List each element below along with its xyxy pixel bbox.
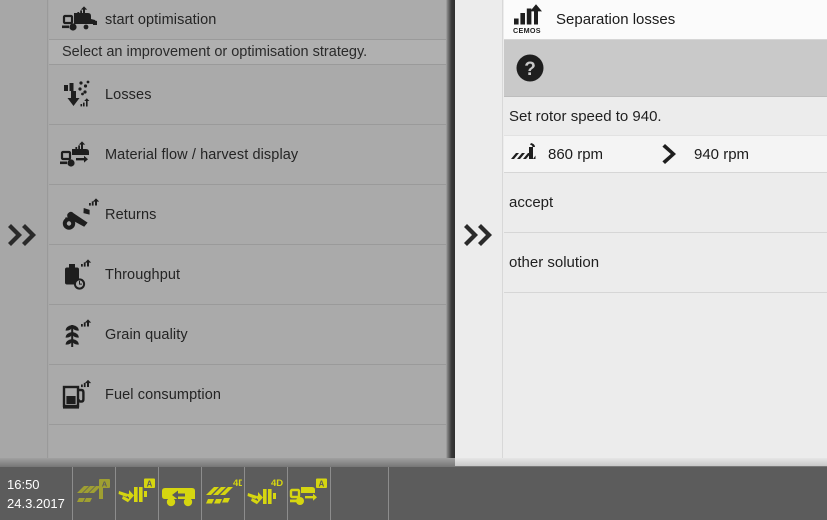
status-bar-spacer-left (331, 467, 389, 520)
svg-text:4D: 4D (233, 478, 242, 489)
status-tile-unloading-auto[interactable] (159, 467, 202, 520)
right-panel: CEMOS Separation losses ? Set rotor spee… (455, 0, 827, 469)
list-item-label: Fuel consumption (105, 386, 222, 403)
list-item-label: Losses (105, 86, 152, 103)
losses-icon (49, 65, 105, 124)
terminal-screen: start optimisation Select an improvement… (0, 0, 827, 520)
proposed-value: 940 rpm (694, 145, 750, 163)
dialog-header: CEMOS Separation losses (504, 0, 827, 40)
svg-text:CEMOS: CEMOS (513, 26, 541, 35)
other-solution-button[interactable]: other solution (504, 233, 827, 293)
rotor-icon (504, 141, 548, 167)
svg-text:4D: 4D (271, 478, 283, 489)
throughput-icon (49, 245, 105, 304)
help-row[interactable]: ? (504, 40, 827, 97)
left-panel-expand-button[interactable] (6, 216, 46, 256)
list-item-material-flow[interactable]: Material flow / harvest display (49, 125, 446, 185)
status-tile-chopper-4d[interactable]: 4D (245, 467, 288, 520)
list-item-losses[interactable]: Losses (49, 65, 446, 125)
status-tile-chopper-auto[interactable]: A (116, 467, 159, 520)
svg-text:?: ? (524, 59, 536, 80)
status-bar: 16:50 24.3.2017 A A 4D 4D A (0, 466, 827, 520)
status-tile-spread-width[interactable]: A (73, 467, 116, 520)
list-item-fuel-consumption[interactable]: Fuel consumption (49, 365, 446, 425)
material-flow-icon (49, 125, 105, 184)
instruction-text: Set rotor speed to 940. (504, 97, 827, 135)
list-item-grain-quality[interactable]: Grain quality (49, 305, 446, 365)
clock-date: 24.3.2017 (7, 495, 65, 511)
fuel-consumption-icon (49, 365, 105, 424)
start-optimisation-label: start optimisation (105, 11, 217, 28)
right-panel-bottom-edge (455, 458, 827, 466)
dialog-empty-area (504, 293, 827, 469)
chevron-right-icon (648, 142, 694, 166)
other-solution-button-label: other solution (509, 254, 600, 271)
question-mark-icon[interactable]: ? (504, 40, 556, 96)
list-item-label: Throughput (105, 266, 181, 283)
right-panel-expand-button[interactable] (462, 216, 502, 256)
list-item-label: Grain quality (105, 326, 188, 343)
instruction-label: Set rotor speed to 940. (509, 107, 662, 125)
left-panel-edge (447, 0, 455, 466)
grain-quality-icon (49, 305, 105, 364)
current-value: 860 rpm (548, 145, 604, 163)
returns-icon (49, 185, 105, 244)
status-tile-spread-4d[interactable]: 4D (202, 467, 245, 520)
left-panel: start optimisation Select an improvement… (0, 0, 455, 485)
separation-losses-dialog: CEMOS Separation losses ? Set rotor spee… (504, 0, 827, 469)
accept-button-label: accept (509, 194, 554, 211)
list-item-label: Material flow / harvest display (105, 146, 299, 163)
list-item-label: Returns (105, 206, 157, 223)
svg-text:A: A (102, 479, 108, 488)
clock-widget: 16:50 24.3.2017 (0, 467, 73, 520)
svg-text:A: A (319, 479, 325, 488)
strategy-subtitle-text: Select an improvement or optimisation st… (62, 44, 368, 60)
clock-time: 16:50 (7, 476, 40, 492)
strategy-subtitle: Select an improvement or optimisation st… (49, 40, 446, 65)
cemos-icon: CEMOS (504, 0, 556, 39)
rotor-speed-value-row[interactable]: 860 rpm 940 rpm (504, 135, 827, 173)
list-item-returns[interactable]: Returns (49, 185, 446, 245)
list-item-throughput[interactable]: Throughput (49, 245, 446, 305)
status-bar-spacer-right (389, 467, 827, 520)
accept-button[interactable]: accept (504, 173, 827, 233)
svg-text:A: A (147, 479, 153, 488)
combine-harvester-optimise-icon (49, 0, 105, 39)
dialog-title: Separation losses (556, 11, 676, 28)
left-panel-bottom-edge (0, 458, 455, 466)
optimisation-strategy-list: start optimisation Select an improvement… (49, 0, 447, 485)
status-tile-harvester-auto[interactable]: A (288, 467, 331, 520)
start-optimisation-row[interactable]: start optimisation (49, 0, 446, 40)
